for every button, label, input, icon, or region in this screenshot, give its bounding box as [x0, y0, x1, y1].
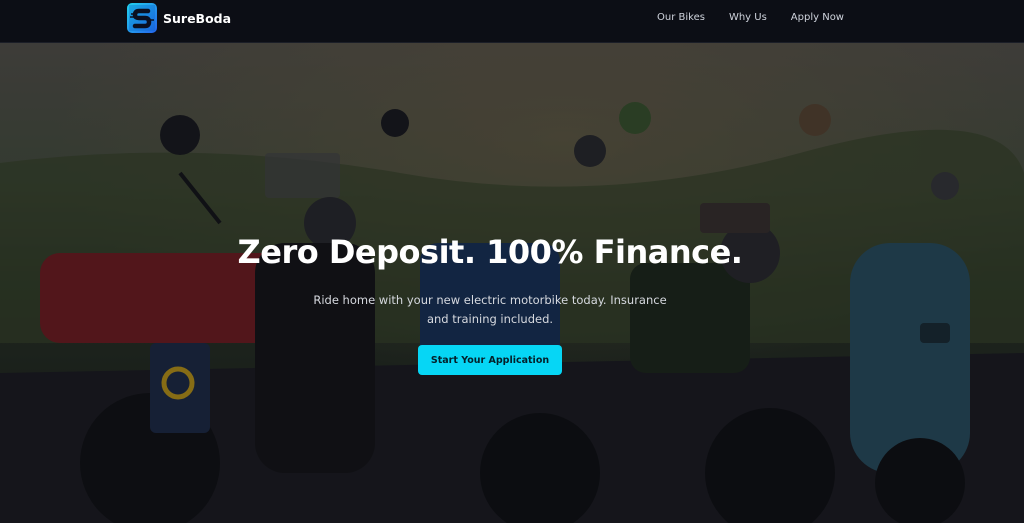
- nav-link-our-bikes[interactable]: Our Bikes: [657, 12, 705, 23]
- brand-home-link[interactable]: SureBoda: [127, 3, 231, 33]
- main-nav: Our Bikes Why Us Apply Now: [657, 12, 844, 23]
- hero-subtext: Ride home with your new electric motorbi…: [313, 293, 667, 326]
- top-navbar: SureBoda Our Bikes Why Us Apply Now: [0, 0, 1024, 43]
- brand-name: SureBoda: [163, 10, 232, 26]
- hero-section: Zero Deposit. 100% Finance. Ride home wi…: [0, 43, 1024, 523]
- nav-link-why-us[interactable]: Why Us: [729, 12, 767, 23]
- hero-content: Zero Deposit. 100% Finance. Ride home wi…: [0, 43, 1024, 523]
- hero-headline: Zero Deposit. 100% Finance.: [237, 233, 743, 271]
- nav-link-apply-now[interactable]: Apply Now: [791, 12, 844, 23]
- start-application-button[interactable]: Start Your Application: [418, 345, 562, 375]
- sureboda-logo-icon: [127, 3, 157, 33]
